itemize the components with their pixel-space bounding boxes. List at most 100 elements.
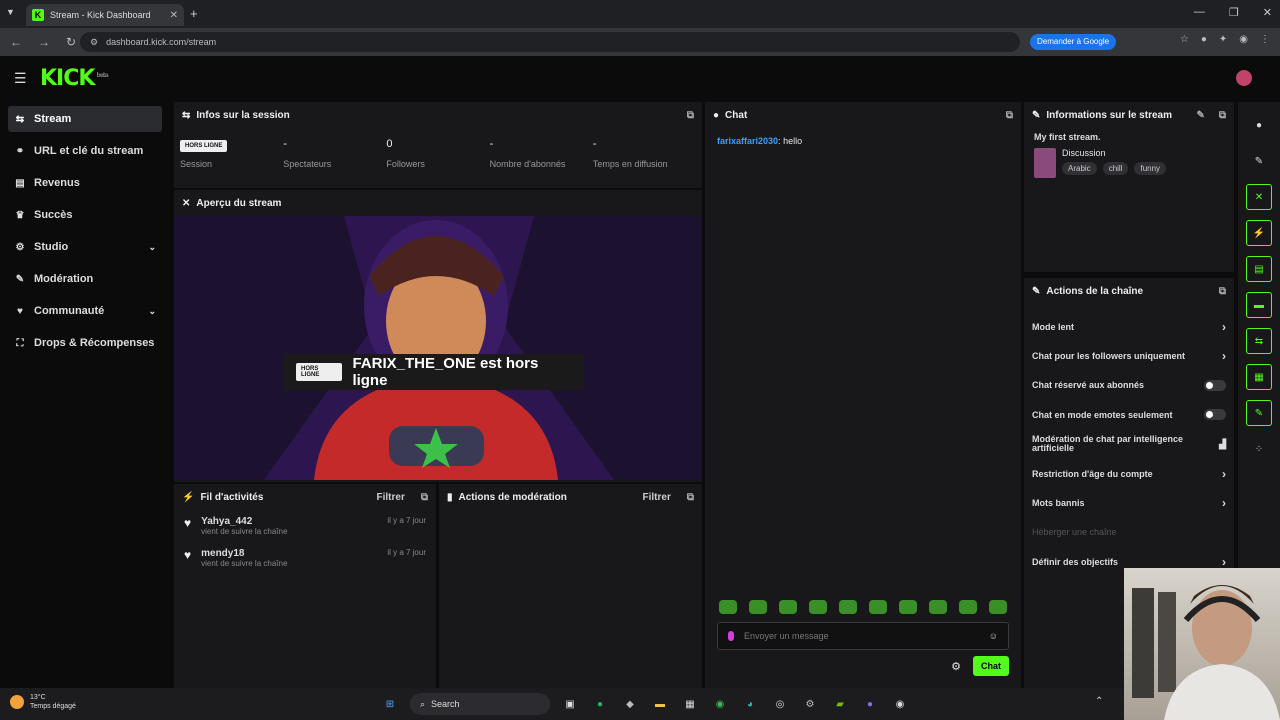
bookmark-icon[interactable]: ☆ xyxy=(1180,34,1189,45)
kick-logo[interactable]: KICK beta xyxy=(40,66,109,91)
emote-icon[interactable] xyxy=(779,600,797,614)
sidebar-item-drops[interactable]: ⛶ Drops & Récompenses xyxy=(8,330,162,356)
reload-icon[interactable]: ↻ xyxy=(66,35,76,49)
extension-icon[interactable]: ● xyxy=(1201,34,1207,45)
grid-icon[interactable]: ▦ xyxy=(1246,364,1272,390)
emotes-only-toggle[interactable] xyxy=(1204,409,1226,421)
chat-bubble-icon[interactable]: ▬ xyxy=(1246,292,1272,318)
sidebar-item-url-key[interactable]: ⚭ URL et clé du stream xyxy=(8,138,162,164)
apps-icon[interactable]: ⁘ xyxy=(1246,436,1272,462)
menu-icon[interactable]: ⋮ xyxy=(1260,34,1270,45)
emote-icon[interactable] xyxy=(869,600,887,614)
browser-icon[interactable]: ◎ xyxy=(770,694,790,714)
wrench-icon[interactable]: ✎ xyxy=(1246,400,1272,426)
system-tray-icon[interactable]: ⌃ xyxy=(1095,696,1103,707)
emote-icon[interactable] xyxy=(899,600,917,614)
emote-icon[interactable] xyxy=(989,600,1007,614)
browser-tab[interactable]: K Stream - Kick Dashboard ✕ xyxy=(26,4,184,26)
sidebar-item-moderation[interactable]: ✎ Modération xyxy=(8,266,162,292)
new-tab-icon[interactable]: + xyxy=(190,6,198,21)
session-info-panel: ⇆ Infos sur la session ⧉ HORS LIGNE Session… xyxy=(174,102,702,188)
action-subscribers-only: Chat réservé aux abonnés xyxy=(1024,371,1234,400)
panel-title: Actions de modération xyxy=(458,491,567,503)
discord-icon[interactable]: ● xyxy=(860,694,880,714)
chat-settings-icon[interactable]: ⚙ xyxy=(951,660,961,673)
filter-button[interactable]: Filtrer xyxy=(377,492,405,503)
maximize-icon[interactable]: ❐ xyxy=(1229,6,1239,19)
popout-icon[interactable]: ⧉ xyxy=(1219,286,1226,297)
search-icon: ⌕ xyxy=(420,698,426,709)
tag: Arabic xyxy=(1062,162,1097,175)
popout-icon[interactable]: ⧉ xyxy=(1006,110,1013,121)
emote-icon[interactable] xyxy=(749,600,767,614)
popout-icon[interactable]: ⧉ xyxy=(687,492,694,503)
taskbar-search[interactable]: ⌕ Search xyxy=(410,693,550,715)
puzzle-icon[interactable]: ✦ xyxy=(1219,34,1227,45)
task-view-icon[interactable]: ▣ xyxy=(560,694,580,714)
emote-icon[interactable] xyxy=(809,600,827,614)
swap-icon[interactable]: ⇆ xyxy=(1246,328,1272,354)
chat-username[interactable]: farixaffari2030 xyxy=(717,136,778,146)
emote-icon[interactable] xyxy=(929,600,947,614)
document-icon[interactable]: ▤ xyxy=(1246,256,1272,282)
close-tab-icon[interactable]: ✕ xyxy=(170,10,178,21)
back-icon[interactable]: ← xyxy=(10,35,22,49)
profile-icon[interactable]: ◉ xyxy=(1239,34,1248,45)
lightning-icon[interactable]: ⚡ xyxy=(1246,220,1272,246)
edge-icon[interactable]: ◕ xyxy=(740,694,760,714)
close-icon[interactable]: ✕ xyxy=(1246,184,1272,210)
wrench-icon: ✎ xyxy=(15,273,25,285)
file-explorer-icon[interactable]: ▬ xyxy=(650,694,670,714)
window-controls: — ❐ ✕ xyxy=(1194,6,1272,19)
store-icon[interactable]: ▦ xyxy=(680,694,700,714)
address-bar-row: ← → ↻ ⚙ dashboard.kick.com/stream Demand… xyxy=(0,28,1280,56)
session-icon: ⇆ xyxy=(182,109,191,121)
ask-google-button[interactable]: Demander à Google xyxy=(1030,34,1117,50)
user-avatar[interactable] xyxy=(1236,70,1252,86)
minimize-icon[interactable]: — xyxy=(1194,6,1205,19)
emote-icon[interactable] xyxy=(839,600,857,614)
stat-subscribers: - Nombre d'abonnés xyxy=(489,138,566,169)
url-field[interactable]: ⚙ dashboard.kick.com/stream xyxy=(80,32,1020,52)
chat-input[interactable]: Envoyer un message ☺ xyxy=(717,622,1009,650)
action-age-restriction[interactable]: Restriction d'âge du compte › xyxy=(1024,459,1234,488)
spotify-icon[interactable]: ● xyxy=(590,694,610,714)
hamburger-icon[interactable]: ☰ xyxy=(14,70,27,87)
pencil-icon[interactable]: ✎ xyxy=(1246,148,1272,174)
settings-icon[interactable]: ⚙ xyxy=(800,694,820,714)
obs-icon[interactable]: ◉ xyxy=(890,694,910,714)
popout-icon[interactable]: ⧉ xyxy=(421,492,428,503)
close-window-icon[interactable]: ✕ xyxy=(1263,6,1272,19)
filter-button[interactable]: Filtrer xyxy=(643,492,671,503)
nvidia-icon[interactable]: ▰ xyxy=(830,694,850,714)
chat-icon: ● xyxy=(713,109,720,121)
sidebar-item-achievements[interactable]: ♛ Succès xyxy=(8,202,162,228)
windows-start-icon[interactable]: ⊞ xyxy=(380,694,400,714)
site-info-icon[interactable]: ⚙ xyxy=(90,37,98,48)
sidebar-item-stream[interactable]: ⇆ Stream xyxy=(8,106,162,132)
heart-icon: ♥ xyxy=(184,516,192,530)
sidebar-item-studio[interactable]: ⚙ Studio ⌄ xyxy=(8,234,162,260)
weather-widget[interactable]: 13°C Temps dégagé xyxy=(10,693,76,711)
emote-icon[interactable] xyxy=(959,600,977,614)
tab-list-icon[interactable]: ▼ xyxy=(6,7,15,17)
sidebar-item-community[interactable]: ♥ Communauté ⌄ xyxy=(8,298,162,324)
action-banned-words[interactable]: Mots bannis › xyxy=(1024,488,1234,517)
send-chat-button[interactable]: Chat xyxy=(973,656,1009,676)
popout-icon[interactable]: ⧉ xyxy=(687,110,694,121)
subscribers-only-toggle[interactable] xyxy=(1204,379,1226,391)
info-icon[interactable]: ● xyxy=(1246,112,1272,138)
action-followers-only[interactable]: Chat pour les followers uniquement › xyxy=(1024,341,1234,370)
badge-icon xyxy=(728,631,734,641)
sidebar-item-revenue[interactable]: ▤ Revenus xyxy=(8,170,162,196)
emote-icon[interactable] xyxy=(719,600,737,614)
emoji-icon[interactable]: ☺ xyxy=(989,631,998,641)
chrome-icon[interactable]: ◉ xyxy=(710,694,730,714)
action-slow-mode[interactable]: Mode lent › xyxy=(1024,312,1234,341)
action-ai-moderation[interactable]: Modération de chat par intelligence arti… xyxy=(1024,430,1234,459)
app-icon[interactable]: ◆ xyxy=(620,694,640,714)
popout-icon[interactable]: ⧉ xyxy=(1219,110,1226,121)
pencil-icon[interactable]: ✎ xyxy=(1196,110,1204,121)
stream-preview[interactable]: HORS LIGNE FARIX_THE_ONE est hors ligne xyxy=(174,216,702,480)
forward-icon[interactable]: → xyxy=(38,35,50,49)
